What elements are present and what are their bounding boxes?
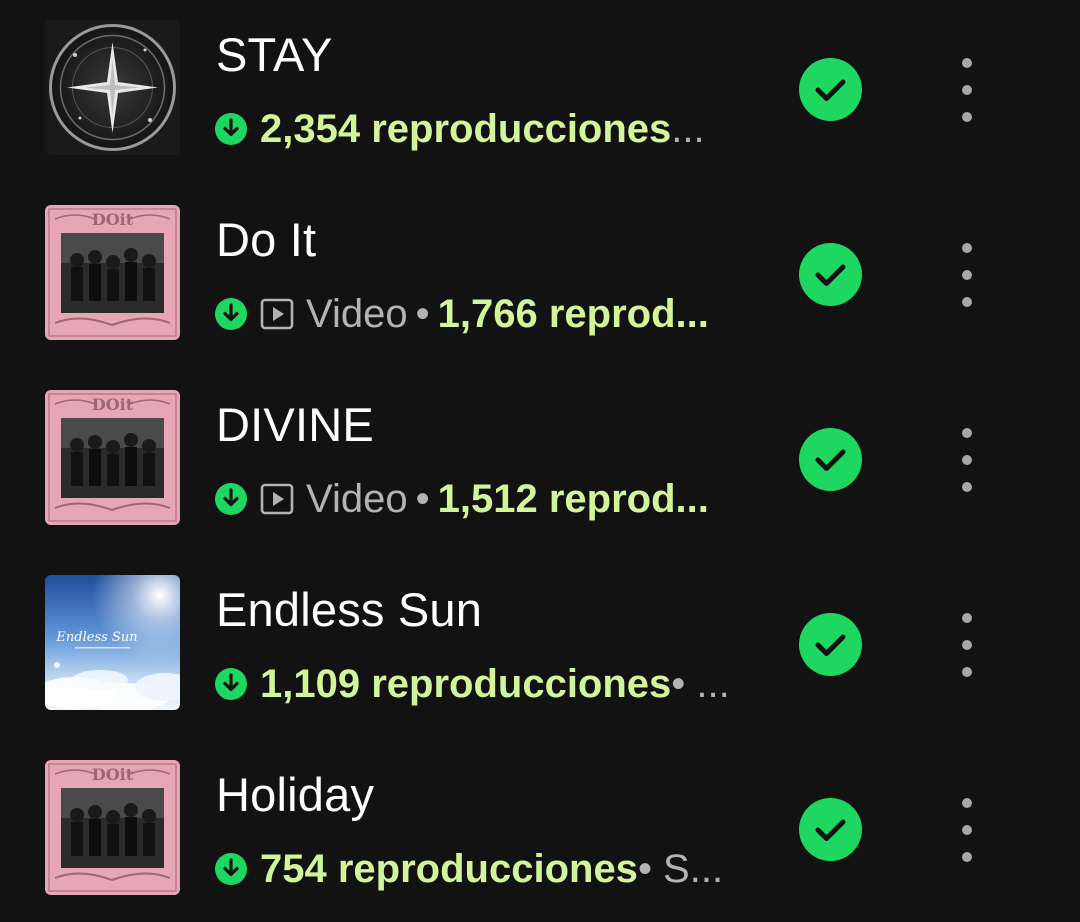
added-check-icon[interactable] <box>799 613 862 676</box>
added-check-icon[interactable] <box>799 798 862 861</box>
more-options-icon[interactable] <box>949 428 985 492</box>
more-options-icon[interactable] <box>949 58 985 122</box>
track-row[interactable]: Endless Sun Endless Sun 1,109 reproducci… <box>0 555 1080 740</box>
track-title: Holiday <box>216 768 375 821</box>
downloaded-icon <box>215 483 247 515</box>
track-row[interactable]: DOit Holiday 754 reproducciones • S... <box>0 740 1080 922</box>
play-count: 1,766 reprod... <box>437 291 709 336</box>
svg-text:DOit: DOit <box>92 765 134 784</box>
track-row[interactable]: STAY 2,354 reproducciones ... <box>0 0 1080 185</box>
svg-text:DOit: DOit <box>92 395 134 414</box>
meta-overflow: • S... <box>637 846 724 891</box>
svg-text:DOit: DOit <box>92 210 134 229</box>
album-cover-endless-sun: Endless Sun <box>45 575 180 710</box>
downloaded-icon <box>215 853 247 885</box>
track-title: Do It <box>216 213 317 266</box>
meta-overflow: ... <box>671 106 705 151</box>
downloaded-icon <box>215 298 247 330</box>
track-meta: 2,354 reproducciones ... <box>214 103 734 155</box>
track-meta: 754 reproducciones • S... <box>214 843 734 895</box>
album-cover-doit: DOit <box>45 760 180 895</box>
play-count: 1,109 reproducciones <box>260 661 672 706</box>
downloaded-icon <box>215 668 247 700</box>
play-count: 754 reproducciones <box>260 846 638 891</box>
meta-separator: • <box>415 291 430 336</box>
added-check-icon[interactable] <box>799 243 862 306</box>
added-check-icon[interactable] <box>799 428 862 491</box>
more-options-icon[interactable] <box>949 613 985 677</box>
video-icon <box>260 298 294 330</box>
meta-separator: • <box>415 476 430 521</box>
album-cover-doit: DOit <box>45 205 180 340</box>
more-options-icon[interactable] <box>949 798 985 862</box>
track-row[interactable]: DOit DIVINE Video • 1,512 reprod... <box>0 370 1080 555</box>
track-title: DIVINE <box>216 398 374 451</box>
track-meta: Video • 1,512 reprod... <box>214 473 734 525</box>
album-cover-doit: DOit <box>45 390 180 525</box>
video-label: Video <box>306 291 408 336</box>
track-row[interactable]: DOit Do It Video • 1,766 reprod... <box>0 185 1080 370</box>
track-title: STAY <box>216 28 333 81</box>
more-options-icon[interactable] <box>949 243 985 307</box>
track-list: STAY 2,354 reproducciones ... DOit Do It… <box>0 0 1080 922</box>
track-meta: 1,109 reproducciones • ... <box>214 658 734 710</box>
track-meta: Video • 1,766 reprod... <box>214 288 734 340</box>
meta-overflow: • ... <box>671 661 730 706</box>
album-cover-stay <box>45 20 180 155</box>
video-icon <box>260 483 294 515</box>
svg-text:Endless Sun: Endless Sun <box>55 630 137 645</box>
track-title: Endless Sun <box>216 583 483 636</box>
play-count: 2,354 reproducciones <box>260 106 672 151</box>
downloaded-icon <box>215 113 247 145</box>
added-check-icon[interactable] <box>799 58 862 121</box>
play-count: 1,512 reprod... <box>437 476 709 521</box>
video-label: Video <box>306 476 408 521</box>
